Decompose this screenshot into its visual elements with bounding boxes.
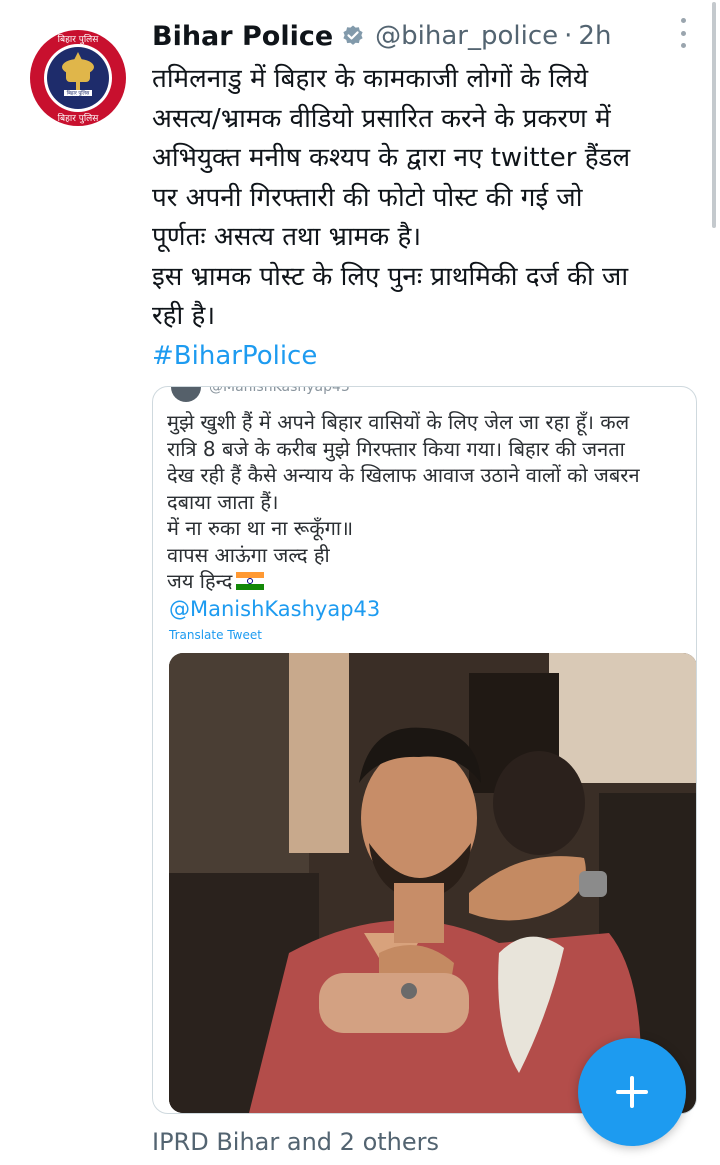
author-avatar[interactable]: बिहार पुलिस बिहार पुलिस बिहार पुलिस	[22, 22, 134, 134]
translate-tweet-link[interactable]: Translate Tweet	[169, 628, 262, 642]
tweet-text-line: पूर्णतः असत्य तथा भ्रामक है।	[152, 222, 422, 252]
tweet-text-line: तमिलनाडु में बिहार के कामकाजी लोगों के ल…	[152, 64, 589, 94]
quoted-text-line: दबाया जाता हैं।	[167, 489, 279, 514]
quoted-text-line: मुझे खुशी हैं में अपने बिहार वासियों के …	[167, 410, 630, 434]
tweet-text-line: असत्य/भ्रामक वीडियो प्रसारित करने के प्र…	[152, 103, 611, 134]
avatar-bottom-text: बिहार पुलिस	[58, 112, 100, 124]
author-handle[interactable]: @bihar_police	[375, 21, 558, 51]
quoted-text-jai-hind: जय हिन्द	[167, 569, 233, 593]
india-flag-icon	[236, 572, 265, 590]
quoted-text-line: में ना रुका था ना रूकूँगा॥	[167, 516, 354, 540]
plus-icon	[616, 1076, 648, 1108]
tweet-text-line: पर अपनी गिरफ्तारी की फोटो पोस्ट की गई जो	[152, 182, 583, 213]
quoted-image-card[interactable]: @ManishKashyap43 मुझे खुशी हैं में अपने …	[152, 386, 697, 1114]
avatar-badge-text: बिहार पुलिस	[67, 90, 90, 97]
tweet-header: Bihar Police @bihar_police · 2h	[152, 16, 692, 56]
quoted-text-line: देख रही हैं कैसे अन्याय के खिलाफ आवाज उठ…	[167, 463, 640, 487]
compose-tweet-button[interactable]	[578, 1038, 686, 1146]
hashtag-link[interactable]: #BiharPolice	[152, 337, 697, 377]
quoted-text-line: वापस आऊंगा जल्द ही	[167, 542, 330, 567]
verified-badge-icon	[341, 24, 365, 48]
quoted-cut-handle: @ManishKashyap43	[209, 386, 350, 395]
tweet-text-line: अभियुक्त मनीष कश्यप के द्वारा नए twitter…	[152, 143, 631, 173]
author-name[interactable]: Bihar Police	[152, 21, 333, 52]
quoted-text-line: रात्रि 8 बजे के करीब मुझे गिरफ्तार किया …	[167, 436, 625, 461]
avatar-top-text: बिहार पुलिस	[58, 33, 100, 45]
quoted-cut-header: @ManishKashyap43	[171, 386, 350, 402]
bihar-police-logo-icon: बिहार पुलिस बिहार पुलिस बिहार पुलिस	[22, 22, 134, 134]
tweet-text: तमिलनाडु में बिहार के कामकाजी लोगों के ल…	[152, 60, 697, 376]
liked-by-text[interactable]: IPRD Bihar and 2 others	[152, 1128, 439, 1156]
more-vertical-icon[interactable]	[676, 18, 690, 48]
header-separator: ·	[564, 21, 573, 51]
quoted-text-line: जय हिन्द	[167, 568, 687, 595]
quoted-mention-link[interactable]: @ManishKashyap43	[169, 597, 380, 621]
tweet-time[interactable]: 2h	[578, 21, 611, 51]
quoted-text: मुझे खुशी हैं में अपने बिहार वासियों के …	[167, 409, 687, 595]
tweet-text-line: इस भ्रामक पोस्ट के लिए पुनः प्राथमिकी दर…	[152, 261, 629, 292]
scrollbar[interactable]	[712, 2, 716, 228]
tweet-text-line: रही है।	[152, 301, 216, 331]
quoted-avatar	[171, 387, 201, 402]
